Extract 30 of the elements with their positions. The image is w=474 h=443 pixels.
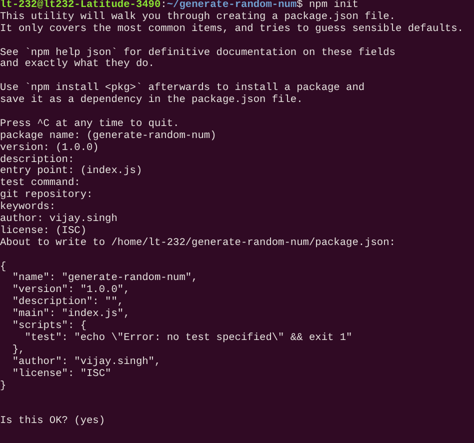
- output-line: git repository:: [0, 189, 93, 202]
- output-line: Use `npm install <pkg>` afterwards to install a package and: [0, 82, 365, 94]
- output-line: description:: [0, 154, 74, 166]
- output-line: It only covers the most common items, and tries to guess sensible defaults.: [0, 22, 464, 35]
- output-line: package name: (generate-random-num): [0, 130, 216, 142]
- output-line: "author": "vijay.singh",: [11, 356, 161, 368]
- output-line: "scripts": {: [11, 320, 87, 332]
- prompt-separator: :: [160, 0, 167, 11]
- output-line: test command:: [0, 177, 80, 190]
- output-line: }: [0, 380, 6, 392]
- output-line: About to write to /home/lt-232/generate-random-num/package.json:: [0, 236, 396, 249]
- output-line: "description": "",: [11, 296, 124, 308]
- output-line: license: (ISC): [0, 224, 87, 237]
- output-line: "name": "generate-random-num",: [11, 272, 198, 284]
- output-line: {: [0, 260, 6, 273]
- output-line: "license": "ISC": [11, 368, 112, 380]
- output-line: },: [11, 344, 25, 356]
- output-line: and exactly what they do.: [0, 58, 154, 70]
- output-line: This utility will walk you through creating a package.json file.: [0, 10, 396, 23]
- output-line: "version": "1.0.0",: [11, 284, 130, 296]
- output-line: Press ^C at any time to quit.: [0, 118, 180, 130]
- output-line: keywords:: [0, 201, 56, 214]
- output-line: See `npm help json` for definitive documentation on these fields: [0, 46, 396, 59]
- output-line: "main": "index.js",: [11, 308, 130, 320]
- output-line: entry point: (index.js): [0, 165, 142, 178]
- output-line: author: vijay.singh: [0, 213, 118, 226]
- output-line: Is this OK? (yes): [0, 415, 106, 428]
- output-line: "test": "echo \"Error: no test specified\" && exit 1": [24, 332, 352, 344]
- output-line: save it as a dependency in the package.json file.: [0, 94, 303, 106]
- output-line: version: (1.0.0): [0, 142, 99, 154]
